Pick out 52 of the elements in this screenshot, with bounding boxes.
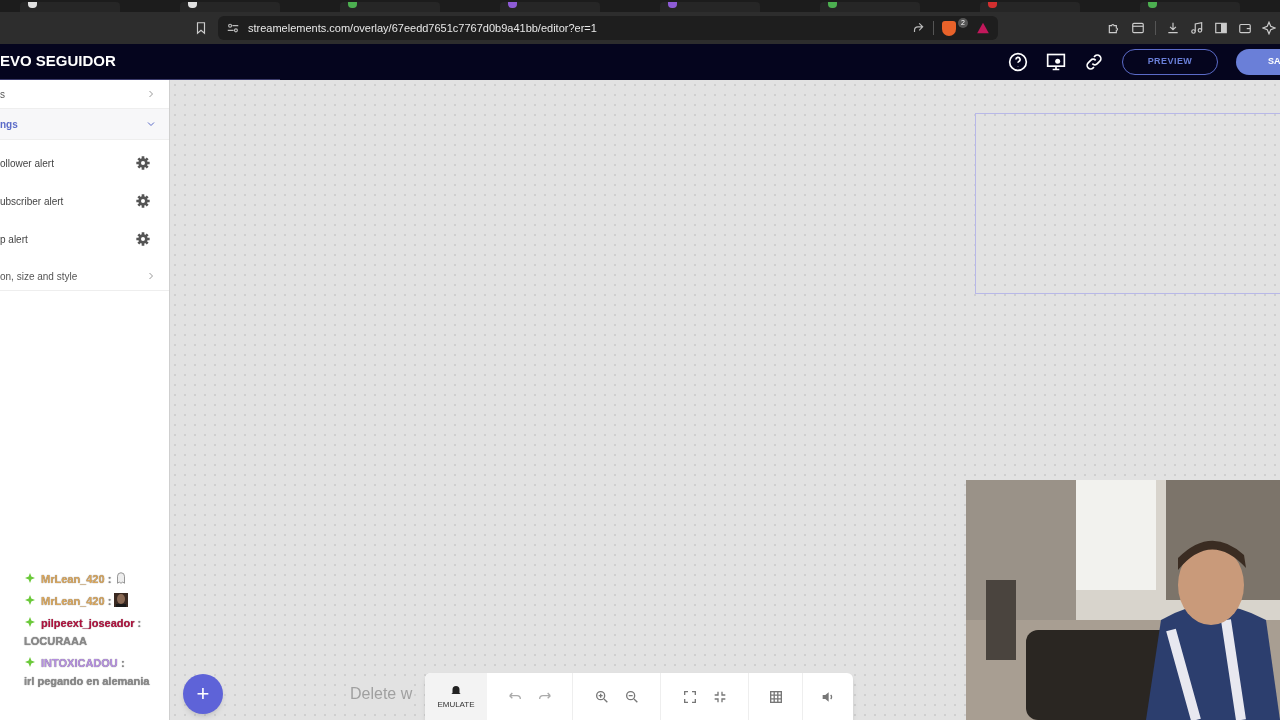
section-header[interactable]: on, size and style xyxy=(0,262,169,291)
chat-username: INTOXICADOU xyxy=(41,657,118,669)
hint-text: Delete w xyxy=(350,682,413,706)
bookmark-icon[interactable] xyxy=(194,21,208,35)
section-header[interactable]: ngs xyxy=(0,109,169,140)
share-icon[interactable] xyxy=(911,21,926,35)
tab-favicon-icon[interactable] xyxy=(28,2,37,8)
chat-message: LOCURAAA xyxy=(24,634,87,649)
site-info-icon xyxy=(226,21,240,35)
tab-favicon-icon[interactable] xyxy=(828,2,837,8)
zoom-in-icon[interactable] xyxy=(593,689,610,705)
grid-icon[interactable] xyxy=(767,689,784,705)
chat-colon: : xyxy=(107,573,112,585)
chat-colon: : xyxy=(120,657,125,669)
shield-icon[interactable] xyxy=(942,20,957,36)
tab-favicon-icon[interactable] xyxy=(1148,2,1157,8)
chat-username: MrLean_420 xyxy=(41,573,105,585)
tab-favicon-icon[interactable] xyxy=(348,2,357,8)
gem-icon xyxy=(24,656,36,668)
save-button[interactable]: SA xyxy=(1236,49,1280,75)
alert-item[interactable]: ubscriber alert xyxy=(0,193,135,209)
gem-icon xyxy=(24,594,36,606)
chat-message: irl pegando en alemania xyxy=(24,674,150,689)
alert-item[interactable]: p alert xyxy=(0,231,135,247)
link-icon[interactable] xyxy=(1084,52,1104,72)
emulate-button[interactable]: EMULATE xyxy=(425,673,487,720)
sidebar-icon[interactable] xyxy=(1214,21,1228,35)
gear-icon[interactable] xyxy=(135,155,151,171)
wallet-icon[interactable] xyxy=(1238,21,1252,35)
bell-icon xyxy=(449,683,463,697)
zoom-out-icon[interactable] xyxy=(623,689,640,705)
window-icon[interactable] xyxy=(1131,21,1145,35)
music-note-icon[interactable] xyxy=(1190,21,1204,35)
gem-icon xyxy=(24,616,36,628)
sparkle-icon[interactable] xyxy=(1262,21,1276,35)
add-button[interactable]: + xyxy=(183,674,223,714)
triangle-icon[interactable] xyxy=(976,21,990,35)
gem-icon xyxy=(24,572,36,584)
tab-favicon-icon[interactable] xyxy=(188,2,197,8)
chat-colon: : xyxy=(107,595,112,607)
chat-username: pilpeext_joseador xyxy=(41,617,135,629)
gear-icon[interactable] xyxy=(135,193,151,209)
puzzle-icon[interactable] xyxy=(1107,21,1121,35)
help-icon[interactable] xyxy=(1008,52,1028,72)
monitor-gear-icon[interactable] xyxy=(1046,52,1066,72)
download-icon[interactable] xyxy=(1166,21,1180,35)
fullscreen-icon[interactable] xyxy=(681,689,698,705)
chat-username: MrLean_420 xyxy=(41,595,105,607)
url-text: streamelements.com/overlay/67eedd7651c7767d0b9a41bb/editor?er=1 xyxy=(248,20,598,36)
alert-item[interactable]: ollower alert xyxy=(0,155,135,171)
gear-icon[interactable] xyxy=(135,231,151,247)
chat-colon: : xyxy=(137,617,142,629)
